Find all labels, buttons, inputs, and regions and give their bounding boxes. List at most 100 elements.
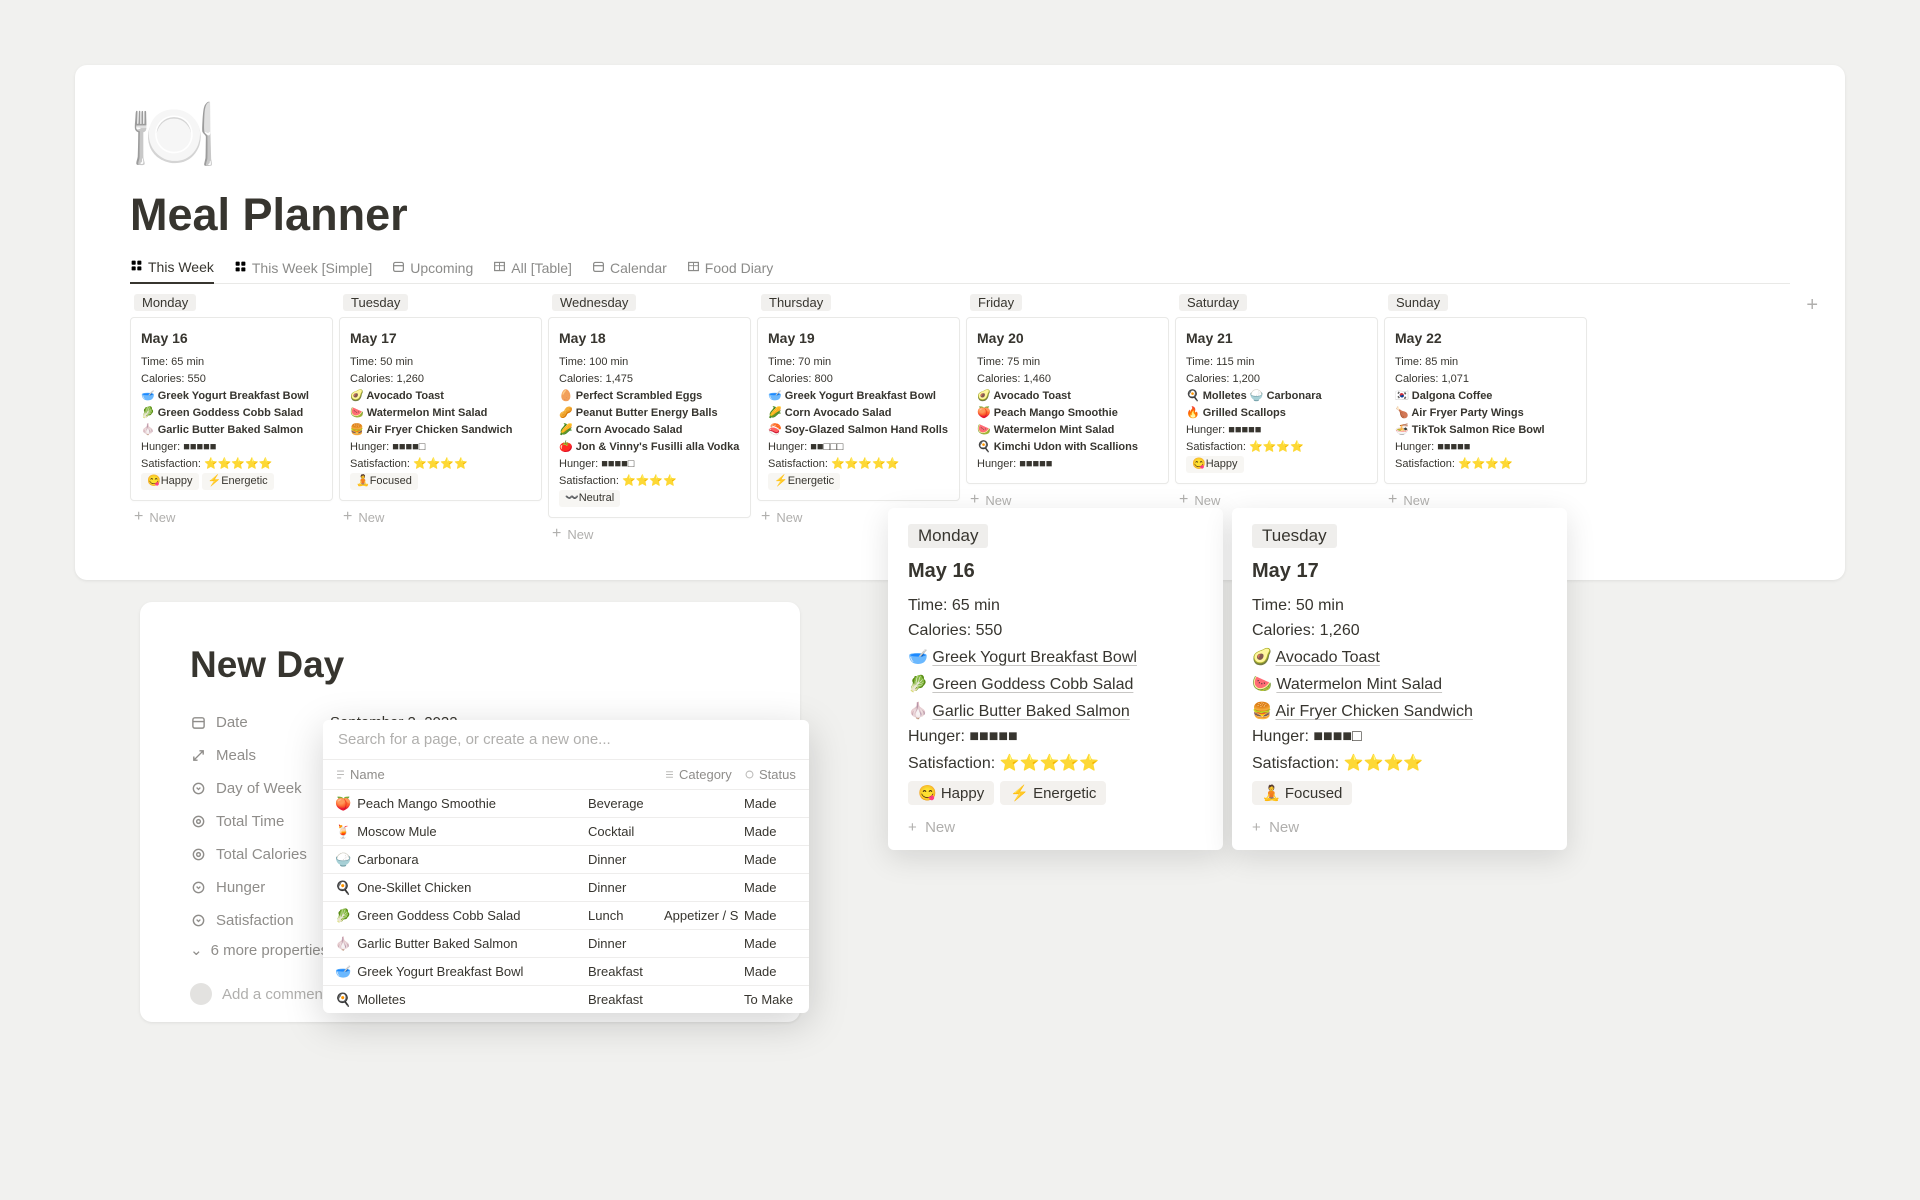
plus-icon: +: [761, 509, 770, 525]
select-icon: [190, 880, 206, 895]
page-icon: 🍽️: [130, 95, 1790, 177]
mood-tag: ⚡ Energetic: [1000, 781, 1106, 805]
day-chip: Wednesday: [552, 294, 636, 311]
meal-item: 🥬 Green Goddess Cobb Salad: [908, 674, 1203, 694]
meal-item: 🥣 Greek Yogurt Breakfast Bowl: [908, 647, 1203, 667]
search-result-row[interactable]: 🍹Moscow MuleCocktailMade: [323, 817, 809, 845]
day-card-monday-large[interactable]: MondayMay 16Time: 65 minCalories: 550🥣 G…: [888, 508, 1223, 850]
result-emoji: 🍳: [335, 880, 351, 896]
property-label: Hunger: [216, 879, 330, 896]
time-line: Time: 50 min: [1252, 597, 1547, 615]
result-name: Peach Mango Smoothie: [357, 796, 496, 811]
calories-line: Calories: 1,460: [977, 371, 1158, 388]
select-icon: [190, 781, 206, 796]
meal-item: 🥑 Avocado Toast: [977, 388, 1158, 405]
hunger-line: Hunger: ■■■■■: [908, 728, 1203, 746]
day-card[interactable]: May 19Time: 70 minCalories: 800🥣 Greek Y…: [757, 317, 960, 501]
board-icon: [130, 259, 143, 275]
hunger-line: Hunger: ■■■■■: [1186, 422, 1367, 439]
relation-search-popover: Name Category Status 🍑Peach Mango Smooth…: [323, 720, 809, 1013]
view-tabs: This Week This Week [Simple] Upcoming All […: [130, 259, 1790, 284]
property-label: Day of Week: [216, 780, 330, 797]
day-chip: Tuesday: [1252, 524, 1337, 548]
result-category: Dinner: [588, 936, 664, 951]
day-card-tuesday-large[interactable]: TuesdayMay 17Time: 50 minCalories: 1,260…: [1232, 508, 1567, 850]
calories-line: Calories: 1,200: [1186, 371, 1367, 388]
day-chip: Thursday: [761, 294, 831, 311]
tag-row: 🧘Focused: [350, 473, 531, 490]
day-card[interactable]: May 17Time: 50 minCalories: 1,260🥑 Avoca…: [339, 317, 542, 501]
col-name-label: Name: [350, 767, 385, 782]
result-name: Molletes: [357, 992, 405, 1007]
result-status: Made: [744, 824, 809, 839]
meal-item: 🍔 Air Fryer Chicken Sandwich: [1252, 701, 1547, 721]
result-emoji: 🥬: [335, 908, 351, 924]
search-result-row[interactable]: 🍚CarbonaraDinnerMade: [323, 845, 809, 873]
result-status: Made: [744, 936, 809, 951]
day-card[interactable]: May 16Time: 65 minCalories: 550🥣 Greek Y…: [130, 317, 333, 501]
meal-item: 🥣 Greek Yogurt Breakfast Bowl: [141, 388, 322, 405]
day-chip: Monday: [908, 524, 988, 548]
result-category: Breakfast: [588, 992, 664, 1007]
meal-item: 🍣 Soy-Glazed Salmon Hand Rolls: [768, 422, 949, 439]
new-card-button[interactable]: + New: [908, 819, 1203, 836]
meal-item: 🥑 Avocado Toast: [350, 388, 531, 405]
search-input[interactable]: [323, 720, 809, 759]
comment-placeholder: Add a comment...: [222, 986, 340, 1003]
list-icon: [664, 769, 675, 780]
tab-this-week-simple-[interactable]: This Week [Simple]: [234, 259, 372, 283]
meal-item: 🥣 Greek Yogurt Breakfast Bowl: [768, 388, 949, 405]
day-chip: Friday: [970, 294, 1022, 311]
tab-all-table-[interactable]: All [Table]: [493, 259, 572, 283]
search-result-row[interactable]: 🧄Garlic Butter Baked SalmonDinnerMade: [323, 929, 809, 957]
property-label: Date: [216, 714, 330, 731]
search-result-row[interactable]: 🥬Green Goddess Cobb SaladLunchAppetizer …: [323, 901, 809, 929]
title-icon: [335, 769, 346, 780]
tab-calendar[interactable]: Calendar: [592, 259, 667, 283]
day-card[interactable]: May 18Time: 100 minCalories: 1,475🥚 Perf…: [548, 317, 751, 518]
result-emoji: 🍑: [335, 796, 351, 812]
search-result-row[interactable]: 🍑Peach Mango SmoothieBeverageMade: [323, 789, 809, 817]
time-line: Time: 75 min: [977, 354, 1158, 371]
search-result-row[interactable]: 🍳MolletesBreakfastTo Make: [323, 985, 809, 1013]
tab-food-diary[interactable]: Food Diary: [687, 259, 773, 283]
tab-upcoming[interactable]: Upcoming: [392, 259, 473, 283]
meal-item: 🍉 Watermelon Mint Salad: [350, 405, 531, 422]
board-icon: [592, 260, 605, 276]
tag-row: 🧘 Focused: [1252, 781, 1547, 805]
board-column: TuesdayMay 17Time: 50 minCalories: 1,260…: [339, 284, 548, 550]
tag-row: 😋Happy⚡Energetic: [141, 473, 322, 490]
mood-tag: 🧘 Focused: [1252, 781, 1352, 805]
satisfaction-line: Satisfaction: ⭐⭐⭐⭐: [350, 456, 531, 473]
day-card[interactable]: May 21Time: 115 minCalories: 1,200🍳 Moll…: [1175, 317, 1378, 484]
result-status: Made: [744, 796, 809, 811]
hunger-line: Hunger: ■■□□□: [768, 439, 949, 456]
mood-tag: ⚡Energetic: [202, 473, 274, 490]
time-line: Time: 65 min: [141, 354, 322, 371]
calories-line: Calories: 800: [768, 371, 949, 388]
card-date: May 17: [1252, 560, 1547, 583]
hunger-line: Hunger: ■■■■■: [1395, 439, 1576, 456]
hunger-line: Hunger: ■■■■□: [559, 456, 740, 473]
new-card-button[interactable]: +New: [548, 518, 757, 550]
result-name: Green Goddess Cobb Salad: [357, 908, 520, 923]
tab-this-week[interactable]: This Week: [130, 259, 214, 284]
new-day-title: New Day: [190, 644, 750, 686]
day-chip: Monday: [134, 294, 196, 311]
day-card[interactable]: May 22Time: 85 minCalories: 1,071🇰🇷 Dalg…: [1384, 317, 1587, 484]
new-card-button[interactable]: + New: [1252, 819, 1547, 836]
result-category: Dinner: [588, 852, 664, 867]
board-icon: [392, 260, 405, 276]
search-result-row[interactable]: 🍳One-Skillet ChickenDinnerMade: [323, 873, 809, 901]
page-title: Meal Planner: [130, 189, 1790, 241]
day-card[interactable]: May 20Time: 75 minCalories: 1,460🥑 Avoca…: [966, 317, 1169, 484]
property-label: Total Time: [216, 813, 330, 830]
new-card-button[interactable]: +New: [130, 501, 339, 533]
search-result-row[interactable]: 🥣Greek Yogurt Breakfast BowlBreakfastMad…: [323, 957, 809, 985]
satisfaction-line: Satisfaction: ⭐⭐⭐⭐⭐: [768, 456, 949, 473]
add-column-button[interactable]: +: [1806, 294, 1818, 317]
card-date: May 22: [1395, 328, 1576, 350]
plus-icon: +: [1252, 819, 1261, 836]
new-card-button[interactable]: +New: [339, 501, 548, 533]
relation-icon: [190, 748, 206, 763]
